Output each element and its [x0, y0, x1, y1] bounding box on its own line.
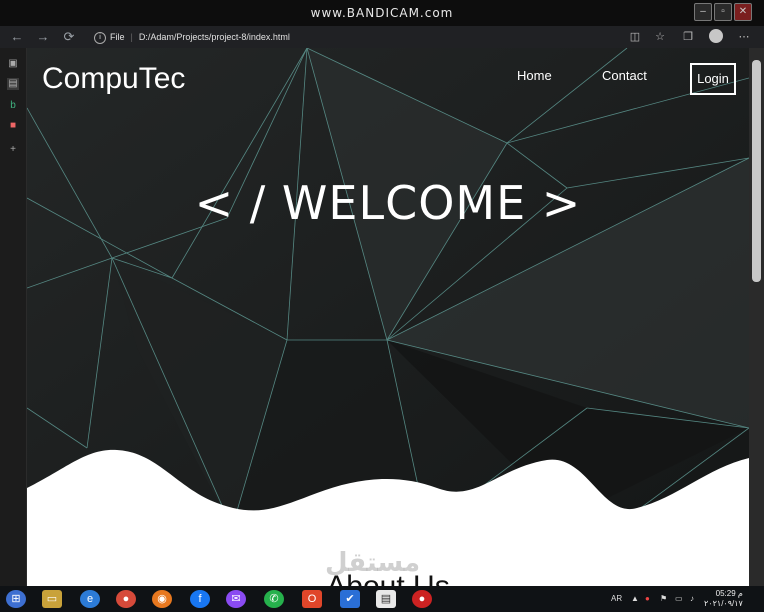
volume-icon[interactable]: ♪ [690, 594, 694, 603]
red-tab-icon[interactable]: ■ [7, 120, 19, 132]
login-button[interactable]: Login [690, 63, 736, 95]
nav-contact-link[interactable]: Contact [602, 68, 647, 83]
system-clock[interactable]: 05:29 م ٢٠٢١/٠٩/١٧ [704, 589, 743, 609]
new-tab-icon[interactable]: + [7, 144, 19, 156]
browser-sidebar: ▣ ▤ b ■ + [0, 48, 27, 586]
page-scrollbar[interactable] [749, 48, 764, 586]
page-viewport: CompuTec Home Contact Login < / WELCOME … [27, 48, 749, 586]
scrollbar-thumb[interactable] [752, 60, 761, 282]
maximize-icon[interactable]: ▫ [714, 3, 732, 21]
favorites-icon[interactable]: ☆ [652, 29, 668, 45]
language-indicator[interactable]: AR [611, 594, 622, 603]
window-titlebar: www.BANDICAM.com – ▫ ✕ [0, 0, 764, 27]
reading-view-icon[interactable]: ◫ [627, 29, 643, 45]
more-menu-icon[interactable]: ⋯ [736, 29, 752, 45]
file-explorer-icon[interactable]: ▭ [42, 590, 62, 608]
url-text: D:/Adam/Projects/project-8/index.html [138, 32, 290, 42]
minimize-icon[interactable]: – [694, 3, 712, 21]
taskbar: ⊞ ▭ e ● ◉ f ✉ ✆ O ✔ ▤ ● AR ▲ ● ⚑ ▭ ♪ 05:… [0, 586, 764, 612]
record-tray-icon[interactable]: ● [645, 594, 650, 603]
messenger-icon[interactable]: ✉ [226, 590, 246, 608]
battery-icon[interactable]: ▭ [675, 594, 683, 603]
flag-icon[interactable]: ⚑ [660, 594, 667, 603]
address-bar[interactable]: i File | D:/Adam/Projects/project-8/index.h… [86, 28, 626, 46]
collections-icon[interactable]: ❐ [680, 29, 696, 45]
brand-logo[interactable]: CompuTec [42, 62, 185, 96]
start-icon[interactable]: ⊞ [6, 590, 26, 608]
tray-expand-icon[interactable]: ▲ [631, 594, 639, 603]
clock-time: 05:29 م [715, 589, 743, 598]
info-icon[interactable]: i [94, 31, 106, 44]
browser-toolbar: ← → ⟳ i File | D:/Adam/Projects/project-8/i… [0, 26, 764, 48]
facebook-icon[interactable]: f [190, 590, 210, 608]
notes-icon[interactable]: ▤ [376, 590, 396, 608]
bandicam-icon[interactable]: ● [412, 590, 432, 608]
hero-background [27, 48, 749, 586]
profile-avatar[interactable] [709, 29, 723, 43]
clock-date: ٢٠٢١/٠٩/١٧ [704, 599, 743, 608]
office-icon[interactable]: O [302, 590, 322, 608]
firefox-icon[interactable]: ◉ [152, 590, 172, 608]
close-icon[interactable]: ✕ [734, 3, 752, 21]
recorder-watermark: www.BANDICAM.com [310, 6, 454, 20]
hero-title: < / WELCOME > [194, 176, 582, 230]
back-icon[interactable]: ← [8, 28, 26, 46]
forward-icon[interactable]: → [34, 28, 52, 46]
whatsapp-icon[interactable]: ✆ [264, 590, 284, 608]
chrome-icon[interactable]: ● [116, 590, 136, 608]
url-prefix: File [110, 32, 125, 42]
reload-icon[interactable]: ⟳ [60, 28, 78, 46]
edge-icon[interactable]: e [80, 590, 100, 608]
site-watermark: مستقل [325, 548, 421, 578]
tab-actions-icon[interactable]: ▣ [7, 58, 19, 70]
todo-icon[interactable]: ✔ [340, 590, 360, 608]
bing-tab-icon[interactable]: b [7, 100, 19, 112]
page-tab-icon[interactable]: ▤ [7, 78, 19, 90]
nav-home-link[interactable]: Home [517, 68, 552, 83]
